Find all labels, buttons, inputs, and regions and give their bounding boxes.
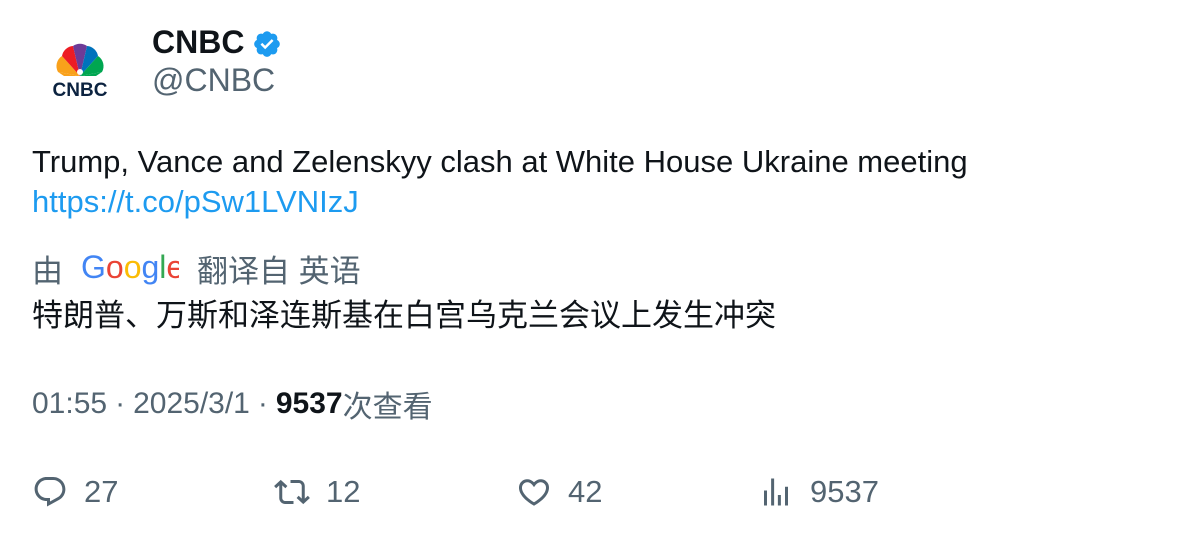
reply-count: 27 (84, 474, 119, 509)
verified-badge-icon[interactable] (252, 29, 282, 59)
translated-by-suffix: 翻译自 英语 (197, 253, 361, 289)
views-button[interactable]: 9537 (758, 470, 879, 514)
views-count: 9537 (275, 387, 343, 420)
avatar[interactable]: CNBC (40, 36, 120, 106)
views-label: 次查看 (342, 391, 433, 424)
cnbc-peacock-logo: CNBC (53, 43, 108, 101)
retweet-button[interactable]: 12 (274, 470, 360, 514)
heart-icon (518, 479, 550, 506)
cnbc-logo-text: CNBC (53, 80, 108, 101)
google-logo: Google (81, 250, 179, 285)
tweet-meta: 01:55 · 2025/3/1 · 9537 次查看 (32, 384, 433, 424)
author-name-row: CNBC (152, 22, 282, 62)
tweet-link[interactable]: https://t.co/pSw1LVNIzJ (32, 182, 1152, 222)
retweet-count: 12 (326, 474, 361, 509)
reply-button[interactable]: 27 (32, 470, 118, 514)
translated-text: 特朗普、万斯和泽连斯基在白宫乌克兰会议上发生冲突 (32, 298, 776, 333)
author-handle[interactable]: @CNBC (152, 62, 275, 99)
action-bar: 27 12 42 9537 (0, 470, 1196, 514)
views-action-count: 9537 (810, 474, 879, 509)
meta-separator: · (115, 387, 126, 420)
meta-separator: · (257, 387, 268, 420)
svg-text:Google: Google (81, 250, 179, 285)
translated-by-prefix: 由 (32, 253, 63, 289)
reply-icon (34, 477, 66, 507)
retweet-icon (274, 479, 310, 505)
author-name[interactable]: CNBC (152, 24, 244, 61)
tweet-text: Trump, Vance and Zelenskyy clash at Whit… (32, 144, 968, 179)
analytics-icon (764, 478, 788, 506)
tweet-time[interactable]: 01:55 (32, 387, 107, 421)
tweet-text-block: Trump, Vance and Zelenskyy clash at Whit… (32, 142, 1152, 222)
like-button[interactable]: 42 (516, 470, 602, 514)
like-count: 42 (568, 474, 603, 509)
tweet-date[interactable]: 2025/3/1 (133, 387, 250, 421)
translated-by[interactable]: 由 Google 翻译自 英语 (32, 246, 361, 290)
